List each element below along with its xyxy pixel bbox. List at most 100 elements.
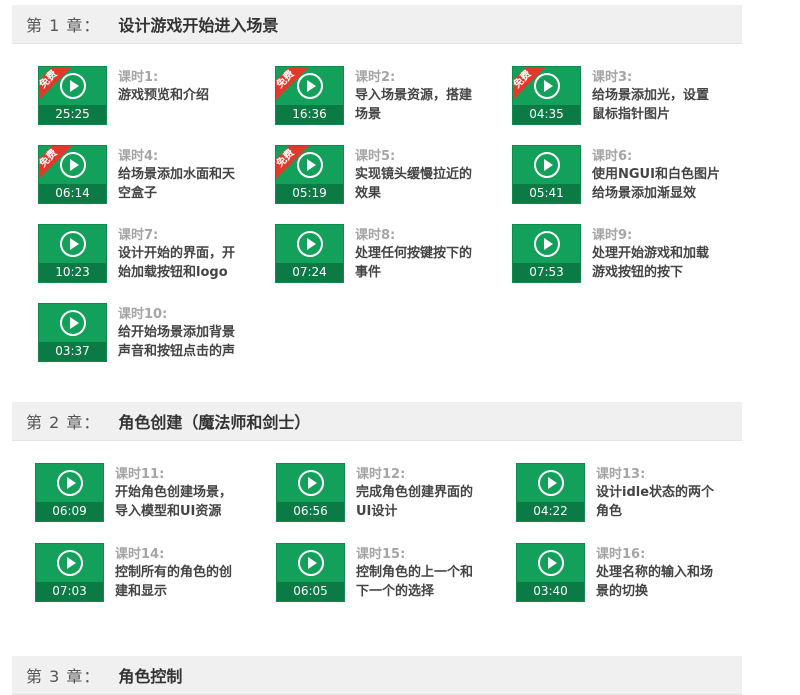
lesson-title[interactable]: 给场景添加光，设置鼠标指针图片 xyxy=(592,86,720,124)
lesson-number: 课时3: xyxy=(592,70,633,85)
chapter-title: 角色创建（魔法师和剑士） xyxy=(118,413,311,432)
lesson-duration: 10:23 xyxy=(39,263,106,282)
lesson-title[interactable]: 使用NGUI和白色图片给场景添加渐显效 xyxy=(592,165,720,203)
lesson-duration: 25:25 xyxy=(39,105,106,124)
lesson-duration: 06:56 xyxy=(277,502,344,521)
chapter-number: 第 2 章： xyxy=(26,413,101,432)
play-icon[interactable] xyxy=(538,550,564,576)
lesson-item[interactable]: 04:22 课时13: 设计idle状态的两个角色 xyxy=(516,463,726,525)
lesson-title[interactable]: 设计开始的界面，开始加载按钮和logo xyxy=(118,244,246,282)
chapter-number: 第 1 章： xyxy=(26,16,101,35)
lesson-thumbnail[interactable]: 04:35 免费 xyxy=(512,66,581,125)
lesson-duration: 06:09 xyxy=(36,502,103,521)
play-icon[interactable] xyxy=(297,231,323,257)
chapter-title: 角色控制 xyxy=(118,667,183,686)
lesson-number: 课时5: xyxy=(355,149,396,164)
lesson-thumbnail[interactable]: 25:25 免费 xyxy=(38,66,107,125)
lesson-number: 课时12: xyxy=(356,467,406,482)
lesson-number: 课时9: xyxy=(592,228,633,243)
lesson-thumbnail[interactable]: 05:19 免费 xyxy=(275,145,344,204)
chapter-title: 设计游戏开始进入场景 xyxy=(118,16,279,35)
lesson-number: 课时10: xyxy=(118,307,168,322)
lesson-item[interactable]: 07:24 课时8: 处理任何按键按下的事件 xyxy=(275,224,485,286)
lesson-number: 课时13: xyxy=(596,467,646,482)
lesson-item[interactable]: 05:41 课时6: 使用NGUI和白色图片给场景添加渐显效 xyxy=(512,145,722,207)
chapter-header-2: 第 2 章： 角色创建（魔法师和剑士） xyxy=(12,402,742,441)
play-icon[interactable] xyxy=(57,550,83,576)
play-icon[interactable] xyxy=(534,152,560,178)
lesson-thumbnail[interactable]: 03:40 xyxy=(516,543,585,602)
lesson-item[interactable]: 10:23 课时7: 设计开始的界面，开始加载按钮和logo xyxy=(38,224,248,286)
lesson-title[interactable]: 导入场景资源，搭建场景 xyxy=(355,86,483,124)
lesson-duration: 04:22 xyxy=(517,502,584,521)
lesson-thumbnail[interactable]: 16:36 免费 xyxy=(275,66,344,125)
play-icon[interactable] xyxy=(298,550,324,576)
lesson-thumbnail[interactable]: 05:41 xyxy=(512,145,581,204)
lesson-item[interactable]: 06:56 课时12: 完成角色创建界面的UI设计 xyxy=(276,463,486,525)
lesson-thumbnail[interactable]: 04:22 xyxy=(516,463,585,522)
play-icon[interactable] xyxy=(297,73,323,99)
play-icon[interactable] xyxy=(297,152,323,178)
play-icon[interactable] xyxy=(538,470,564,496)
lesson-number: 课时15: xyxy=(356,547,406,562)
lesson-thumbnail[interactable]: 06:56 xyxy=(276,463,345,522)
lesson-title[interactable]: 游戏预览和介绍 xyxy=(118,86,246,105)
lesson-number: 课时1: xyxy=(118,70,159,85)
lesson-item[interactable]: 06:14 免费 课时4: 给场景添加水面和天空盒子 xyxy=(38,145,248,207)
lesson-duration: 07:53 xyxy=(513,263,580,282)
lesson-title[interactable]: 完成角色创建界面的UI设计 xyxy=(356,483,484,521)
lesson-item[interactable]: 04:35 免费 课时3: 给场景添加光，设置鼠标指针图片 xyxy=(512,66,722,128)
lesson-item[interactable]: 03:37 课时10: 给开始场景添加背景声音和按钮点击的声 xyxy=(38,303,248,365)
lesson-title[interactable]: 处理名称的输入和场景的切换 xyxy=(596,563,724,601)
lesson-number: 课时2: xyxy=(355,70,396,85)
play-icon[interactable] xyxy=(298,470,324,496)
lesson-title[interactable]: 给场景添加水面和天空盒子 xyxy=(118,165,246,203)
lesson-title[interactable]: 处理任何按键按下的事件 xyxy=(355,244,483,282)
lesson-thumbnail[interactable]: 03:37 xyxy=(38,303,107,362)
lesson-thumbnail[interactable]: 06:14 免费 xyxy=(38,145,107,204)
lesson-item[interactable]: 16:36 免费 课时2: 导入场景资源，搭建场景 xyxy=(275,66,485,128)
lesson-title[interactable]: 开始角色创建场景，导入模型和UI资源 xyxy=(115,483,243,521)
lesson-title[interactable]: 控制角色的上一个和下一个的选择 xyxy=(356,563,484,601)
chapter-header-3: 第 3 章： 角色控制 xyxy=(12,656,742,695)
lesson-item[interactable]: 06:05 课时15: 控制角色的上一个和下一个的选择 xyxy=(276,543,486,605)
lesson-duration: 03:37 xyxy=(39,342,106,361)
chapter-number: 第 3 章： xyxy=(26,667,101,686)
lesson-item[interactable]: 07:03 课时14: 控制所有的角色的创建和显示 xyxy=(35,543,245,605)
lesson-item[interactable]: 05:19 免费 课时5: 实现镜头缓慢拉近的效果 xyxy=(275,145,485,207)
lesson-duration: 06:05 xyxy=(277,582,344,601)
play-icon[interactable] xyxy=(60,310,86,336)
lesson-item[interactable]: 25:25 免费 课时1: 游戏预览和介绍 xyxy=(38,66,248,128)
lesson-thumbnail[interactable]: 10:23 xyxy=(38,224,107,283)
lesson-number: 课时8: xyxy=(355,228,396,243)
play-icon[interactable] xyxy=(534,231,560,257)
lesson-duration: 04:35 xyxy=(513,105,580,124)
lesson-item[interactable]: 07:53 课时9: 处理开始游戏和加载游戏按钮的按下 xyxy=(512,224,722,286)
lesson-thumbnail[interactable]: 06:05 xyxy=(276,543,345,602)
lesson-thumbnail[interactable]: 07:03 xyxy=(35,543,104,602)
lesson-item[interactable]: 03:40 课时16: 处理名称的输入和场景的切换 xyxy=(516,543,726,605)
lesson-title[interactable]: 控制所有的角色的创建和显示 xyxy=(115,563,243,601)
play-icon[interactable] xyxy=(60,231,86,257)
chapter-header-1: 第 1 章： 设计游戏开始进入场景 xyxy=(12,5,742,44)
lesson-duration: 07:24 xyxy=(276,263,343,282)
lesson-title[interactable]: 给开始场景添加背景声音和按钮点击的声 xyxy=(118,323,246,361)
lesson-number: 课时14: xyxy=(115,547,165,562)
lesson-title[interactable]: 处理开始游戏和加载游戏按钮的按下 xyxy=(592,244,720,282)
lesson-thumbnail[interactable]: 07:53 xyxy=(512,224,581,283)
lesson-number: 课时11: xyxy=(115,467,165,482)
play-icon[interactable] xyxy=(57,470,83,496)
lesson-duration: 05:19 xyxy=(276,184,343,203)
play-icon[interactable] xyxy=(60,73,86,99)
lesson-number: 课时16: xyxy=(596,547,646,562)
play-icon[interactable] xyxy=(60,152,86,178)
lesson-item[interactable]: 06:09 课时11: 开始角色创建场景，导入模型和UI资源 xyxy=(35,463,245,525)
lesson-number: 课时7: xyxy=(118,228,159,243)
lesson-title[interactable]: 设计idle状态的两个角色 xyxy=(596,483,724,521)
lesson-duration: 07:03 xyxy=(36,582,103,601)
lesson-thumbnail[interactable]: 06:09 xyxy=(35,463,104,522)
play-icon[interactable] xyxy=(534,73,560,99)
lesson-title[interactable]: 实现镜头缓慢拉近的效果 xyxy=(355,165,483,203)
lesson-duration: 05:41 xyxy=(513,184,580,203)
lesson-thumbnail[interactable]: 07:24 xyxy=(275,224,344,283)
